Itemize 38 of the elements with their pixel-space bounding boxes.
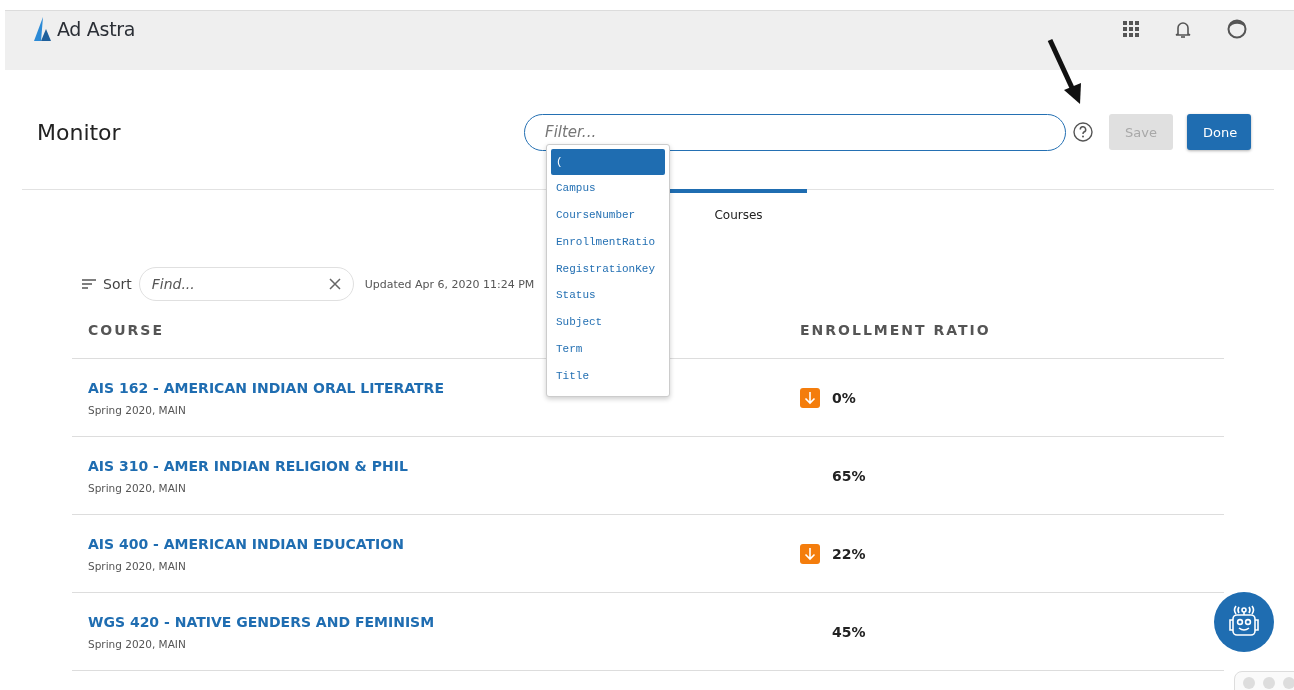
- course-link[interactable]: AIS 400 - AMERICAN INDIAN EDUCATION: [88, 535, 800, 552]
- filter-field[interactable]: Filter...: [524, 113, 1066, 151]
- course-link[interactable]: AIS 310 - AMER INDIAN RELIGION & PHIL: [88, 457, 800, 474]
- suggestion-item[interactable]: Subject: [551, 309, 665, 337]
- enrollment-ratio: 65%: [832, 467, 866, 484]
- bell-icon[interactable]: [1175, 19, 1191, 39]
- enrollment-ratio: 22%: [832, 545, 866, 562]
- suggestion-item[interactable]: RegistrationKey: [551, 255, 665, 283]
- suggestion-item[interactable]: CourseNumber: [551, 202, 665, 229]
- column-header: COURSE: [88, 322, 164, 338]
- sort-button[interactable]: Sort: [82, 276, 132, 292]
- find-field[interactable]: Find...: [138, 267, 354, 301]
- course-link[interactable]: WGS 420 - NATIVE GENDERS AND FEMINISM: [88, 613, 800, 630]
- avatar-icon[interactable]: [1227, 19, 1247, 39]
- tab[interactable]: Courses: [670, 189, 807, 222]
- sort-icon: [82, 279, 96, 289]
- help-icon[interactable]: [1073, 122, 1093, 142]
- chatbot-button[interactable]: [1214, 592, 1274, 652]
- course-term: Spring 2020, MAIN: [88, 403, 187, 416]
- action-button[interactable]: Done: [1187, 114, 1251, 150]
- page-title: Monitor: [37, 119, 121, 145]
- logo-icon: [33, 17, 53, 41]
- clear-icon[interactable]: [328, 278, 341, 290]
- brand-name: Ad Astra: [57, 18, 136, 40]
- suggestion-item[interactable]: (: [551, 148, 665, 176]
- apps-grid-icon[interactable]: [1123, 21, 1139, 37]
- robot-icon: [1226, 605, 1262, 639]
- course-term: Spring 2020, MAIN: [88, 637, 187, 650]
- course-term: Spring 2020, MAIN: [88, 481, 187, 494]
- suggestion-item[interactable]: Campus: [551, 175, 665, 203]
- column-header: ENROLLMENT RATIO: [800, 322, 992, 338]
- course-term: Spring 2020, MAIN: [88, 559, 187, 572]
- enrollment-ratio: 45%: [832, 623, 866, 640]
- suggestion-item[interactable]: Term: [551, 336, 665, 363]
- updated-timestamp: Updated Apr 6, 2020 11:24 PM: [364, 277, 535, 291]
- enrollment-ratio: 0%: [832, 389, 856, 406]
- suggestion-item[interactable]: Status: [551, 282, 665, 310]
- suggestion-item[interactable]: EnrollmentRatio: [551, 228, 665, 256]
